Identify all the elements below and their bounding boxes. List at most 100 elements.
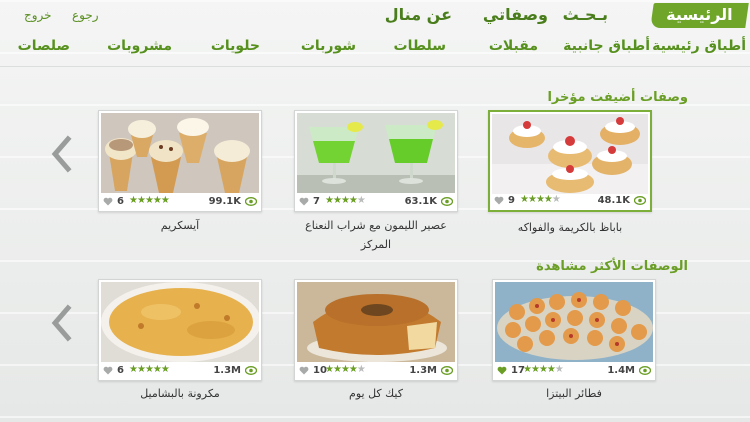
top-navigation: الرئيسية بـحـث وصفاتي عن منال رجوع خروج — [0, 0, 750, 32]
heart-icon[interactable] — [103, 366, 113, 375]
recipe-title[interactable]: فطائر البيتزا — [492, 384, 656, 403]
category-main-dishes[interactable]: أطباق رئيسية — [652, 38, 746, 54]
star-rating: ★★★★★ — [520, 194, 561, 205]
star-icon: ★ — [538, 364, 548, 375]
views-count: 48.1K — [597, 195, 630, 206]
rating-count: 7 — [313, 196, 320, 207]
eye-icon — [245, 197, 257, 206]
star-icon: ★ — [152, 364, 162, 375]
star-icon: ★ — [356, 364, 366, 375]
category-soups[interactable]: شوربات — [301, 38, 356, 54]
nav-my-recipes-button[interactable]: وصفاتي — [483, 5, 548, 24]
star-icon: ★ — [144, 364, 154, 375]
eye-icon — [639, 366, 651, 375]
recipe-image-pizza-pies — [495, 282, 653, 362]
recipe-title[interactable]: آيسكريم — [98, 216, 262, 235]
star-rating: ★★★★★ — [325, 195, 366, 206]
rating-count: 6 — [117, 196, 124, 207]
recipe-stats: 1.3M ★★★★★ 6 — [99, 362, 261, 380]
recipe-card[interactable]: 1.4M ★★★★★ 17 — [492, 279, 656, 381]
star-icon: ★ — [520, 194, 529, 205]
back-link[interactable]: رجوع — [72, 8, 99, 22]
recipe-stats: 99.1K ★★★★★ 6 — [99, 193, 261, 211]
recipe-title[interactable]: باباظ بالكريمة والفواكه — [488, 218, 652, 237]
star-icon: ★ — [546, 364, 556, 375]
star-rating: ★★★★★ — [523, 364, 564, 375]
eye-icon — [634, 196, 646, 205]
star-icon: ★ — [535, 194, 545, 205]
recipe-stats: 48.1K ★★★★★ 9 — [490, 192, 650, 210]
recipe-card[interactable]: 1.3M ★★★★★ 6 — [98, 279, 262, 381]
heart-icon[interactable] — [497, 366, 507, 375]
star-icon: ★ — [551, 194, 561, 205]
nav-about-button[interactable]: عن منال — [385, 5, 452, 24]
rating-count: 6 — [117, 365, 124, 376]
recipe-card[interactable]: 63.1K ★★★★★ 7 — [294, 110, 458, 212]
recipe-stats: 1.4M ★★★★★ 17 — [493, 362, 655, 380]
views-count: 1.4M — [607, 365, 635, 376]
star-icon: ★ — [543, 194, 553, 205]
recipe-stats: 63.1K ★★★★★ 7 — [295, 193, 457, 211]
views-count: 1.3M — [213, 365, 241, 376]
star-icon: ★ — [144, 195, 154, 206]
star-icon: ★ — [160, 364, 170, 375]
category-appetizers[interactable]: مقبلات — [489, 38, 538, 54]
category-desserts[interactable]: حلويات — [211, 38, 260, 54]
category-drinks[interactable]: مشروبات — [107, 38, 172, 54]
star-icon: ★ — [332, 195, 342, 206]
recipe-image-lemon-juice — [297, 113, 455, 193]
category-sauces[interactable]: صلصات — [18, 38, 70, 54]
recipe-title[interactable]: عصير الليمون مع شراب النعناع المركز — [294, 216, 458, 254]
star-icon: ★ — [129, 195, 138, 206]
heart-icon[interactable] — [494, 196, 504, 205]
star-icon: ★ — [129, 364, 138, 375]
eye-icon — [441, 197, 453, 206]
recipe-card[interactable]: 1.3M ★★★★★ 10 — [294, 279, 458, 381]
star-rating: ★★★★★ — [325, 364, 366, 375]
recipe-image-bechamel-pasta — [101, 282, 259, 362]
rating-count: 10 — [313, 365, 327, 376]
rating-count: 9 — [508, 195, 515, 206]
star-icon: ★ — [530, 364, 540, 375]
section-title-recent: وصفات أضيفت مؤخرا — [547, 90, 688, 105]
star-rating: ★★★★★ — [129, 195, 170, 206]
chevron-left-icon[interactable] — [50, 304, 72, 342]
star-icon: ★ — [325, 195, 334, 206]
rating-count: 17 — [511, 365, 525, 376]
nav-home-button[interactable]: الرئيسية — [649, 3, 748, 28]
views-count: 1.3M — [409, 365, 437, 376]
star-icon: ★ — [340, 195, 350, 206]
eye-icon — [245, 366, 257, 375]
recipe-card[interactable]: 99.1K ★★★★★ 6 — [98, 110, 262, 212]
star-icon: ★ — [332, 364, 342, 375]
category-salads[interactable]: سلطات — [394, 38, 446, 54]
heart-icon[interactable] — [103, 197, 113, 206]
star-icon: ★ — [356, 195, 366, 206]
star-icon: ★ — [348, 195, 358, 206]
category-bar: أطباق رئيسية أطباق جانبية مقبلات سلطات ش… — [0, 34, 750, 64]
recipe-title[interactable]: مكرونة بالبشاميل — [98, 384, 262, 403]
star-icon: ★ — [152, 195, 162, 206]
heart-icon[interactable] — [299, 197, 309, 206]
nav-search-button[interactable]: بـحـث — [563, 5, 608, 24]
recipe-image-cream-puffs — [492, 114, 648, 194]
nav-home-label: الرئيسية — [665, 5, 733, 24]
category-side-dishes[interactable]: أطباق جانبية — [563, 38, 650, 54]
heart-icon[interactable] — [299, 366, 309, 375]
chevron-left-icon[interactable] — [50, 135, 72, 173]
star-icon: ★ — [136, 364, 146, 375]
divider — [0, 66, 750, 67]
recipe-card[interactable]: 48.1K ★★★★★ 9 — [488, 110, 652, 212]
section-title-popular: الوصفات الأكثر مشاهدة — [536, 259, 688, 274]
recipe-stats: 1.3M ★★★★★ 10 — [295, 362, 457, 380]
star-icon: ★ — [136, 195, 146, 206]
star-icon: ★ — [340, 364, 350, 375]
views-count: 63.1K — [404, 196, 437, 207]
eye-icon — [441, 366, 453, 375]
recipe-title[interactable]: كيك كل يوم — [294, 384, 458, 403]
star-icon: ★ — [554, 364, 564, 375]
star-icon: ★ — [348, 364, 358, 375]
logout-link[interactable]: خروج — [24, 8, 52, 22]
star-icon: ★ — [527, 194, 537, 205]
star-icon: ★ — [160, 195, 170, 206]
